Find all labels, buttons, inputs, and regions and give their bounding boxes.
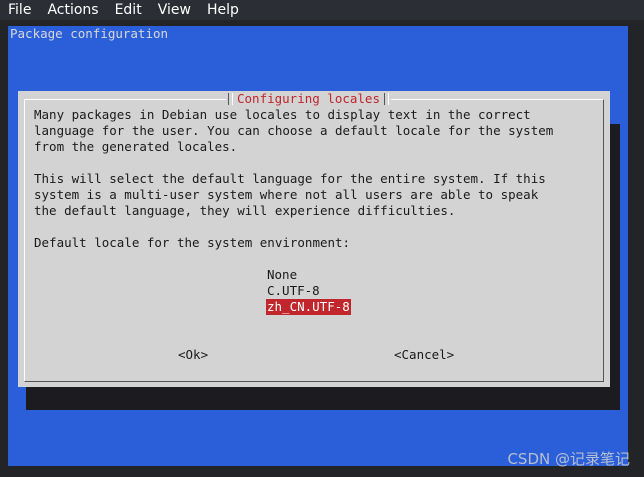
menu-file[interactable]: File (0, 0, 39, 20)
locale-option-none[interactable]: None (266, 267, 298, 283)
csdn-watermark: CSDN @记录笔记 (507, 450, 630, 468)
menu-edit[interactable]: Edit (107, 0, 150, 20)
ok-button[interactable]: <Ok> (178, 347, 208, 363)
menu-bar: File Actions Edit View Help (0, 0, 644, 20)
dialog-title: Configuring locales (237, 91, 380, 106)
menu-actions[interactable]: Actions (39, 0, 106, 20)
terminal-window[interactable]: Package configuration Configuring locale… (0, 20, 644, 477)
locale-option-c-utf8[interactable]: C.UTF-8 (266, 283, 321, 299)
dialog-title-bar: Configuring locales (226, 91, 391, 107)
package-configuration-header: Package configuration (10, 26, 169, 41)
cancel-button[interactable]: <Cancel> (394, 347, 454, 363)
title-right-tick (384, 93, 389, 105)
configuring-locales-dialog: Configuring locales Many packages in Deb… (18, 91, 610, 387)
menu-help[interactable]: Help (199, 0, 247, 20)
description-line-4: This will select the default language fo… (34, 171, 546, 186)
description-line-2: language for the user. You can choose a … (34, 123, 554, 138)
locale-option-zh-cn-utf8[interactable]: zh_CN.UTF-8 (266, 299, 351, 315)
menu-view[interactable]: View (150, 0, 199, 20)
description-line-1: Many packages in Debian use locales to d… (34, 107, 531, 122)
description-line-3: from the generated locales. (34, 139, 238, 154)
description-line-6: the default language, they will experien… (34, 203, 456, 218)
title-left-tick (228, 93, 233, 105)
locale-prompt: Default locale for the system environmen… (34, 235, 351, 250)
description-line-5: system is a multi-user system where not … (34, 187, 539, 202)
